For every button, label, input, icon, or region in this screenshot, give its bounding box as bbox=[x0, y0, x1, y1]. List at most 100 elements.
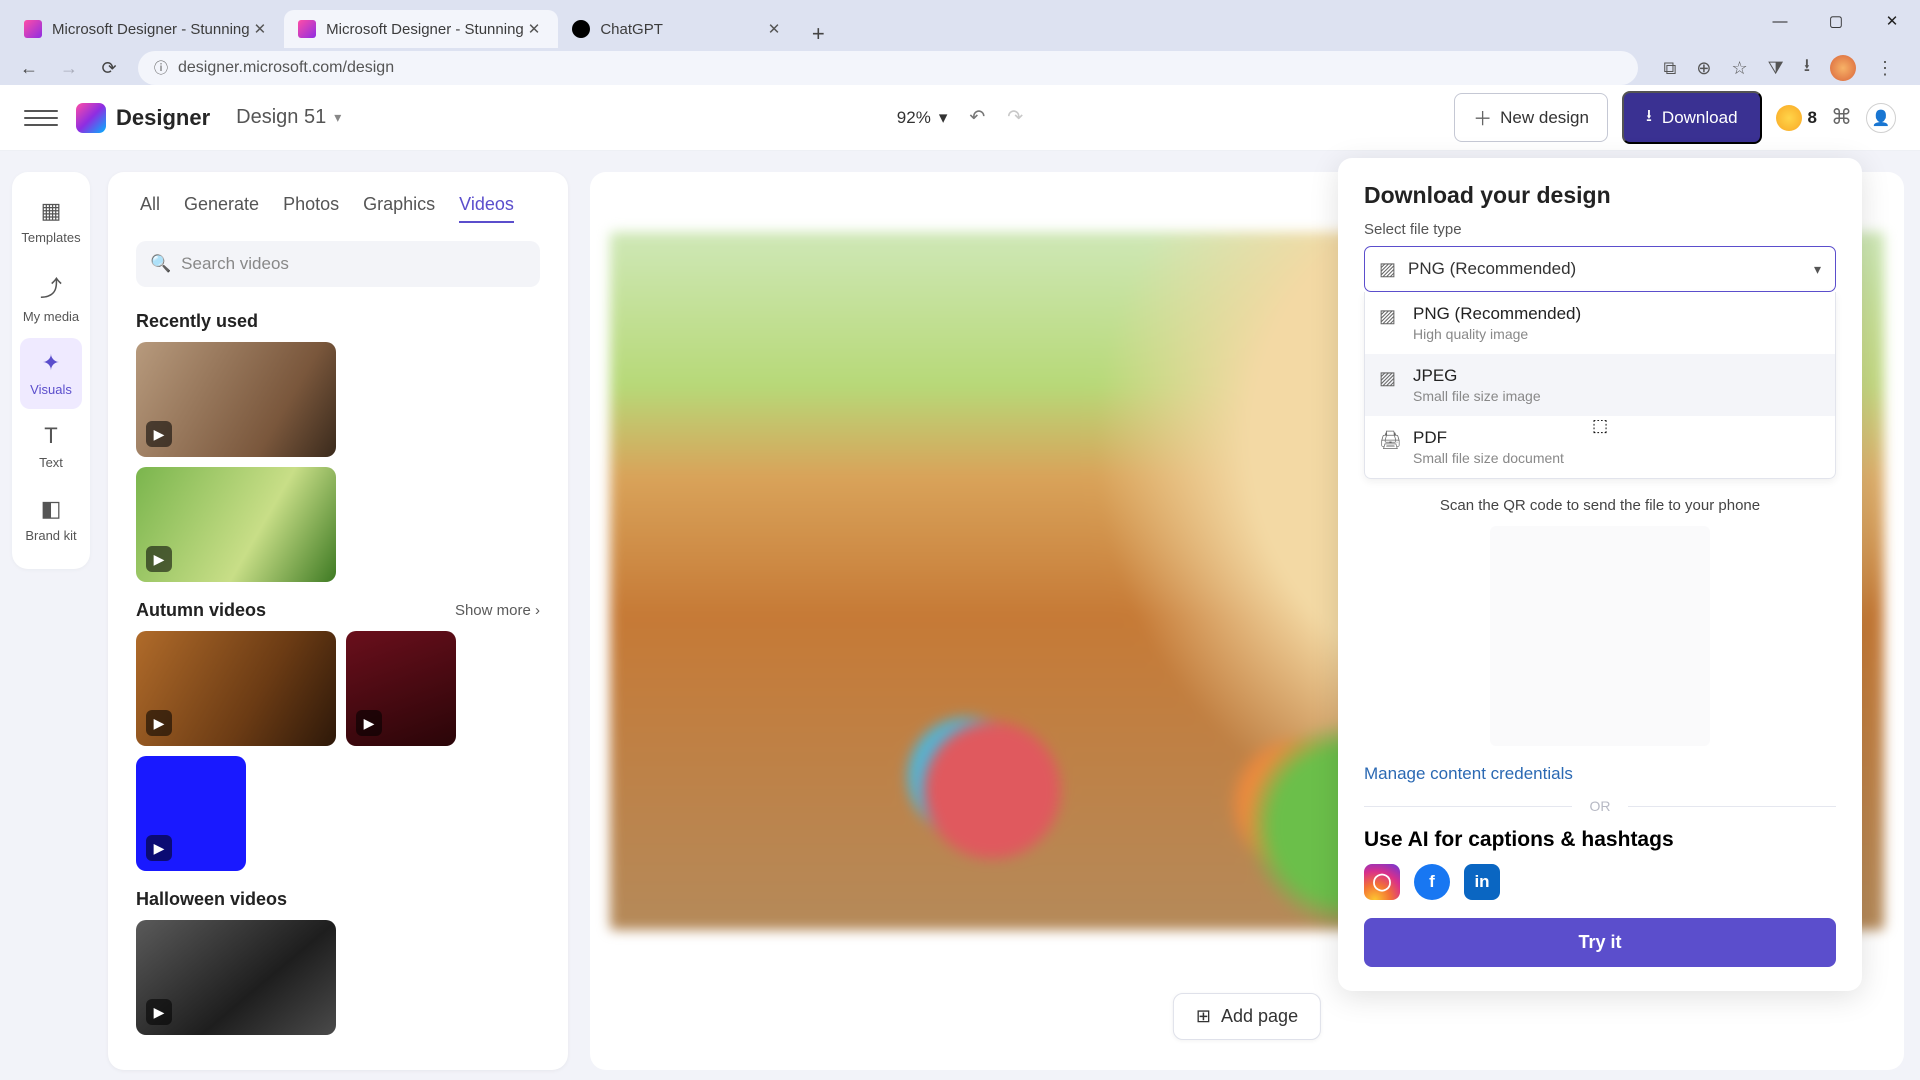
zoom-dropdown[interactable]: 92% ▾ bbox=[897, 108, 948, 128]
section-title: Autumn videos bbox=[136, 600, 266, 621]
address-input[interactable]: ⓘ designer.microsoft.com/design bbox=[138, 51, 1638, 85]
browser-tab[interactable]: Microsoft Designer - Stunning ✕ bbox=[284, 10, 558, 48]
button-label: New design bbox=[1500, 108, 1589, 128]
minimize-icon[interactable]: — bbox=[1752, 0, 1808, 42]
add-page-button[interactable]: ⊞ Add page bbox=[1173, 993, 1321, 1040]
close-tab-icon[interactable]: ✕ bbox=[250, 20, 271, 38]
facebook-icon[interactable]: f bbox=[1414, 864, 1450, 900]
user-avatar[interactable]: 👤 bbox=[1866, 103, 1896, 133]
tab-photos[interactable]: Photos bbox=[283, 194, 339, 223]
panel-tabs: All Generate Photos Graphics Videos bbox=[120, 190, 556, 237]
rail-label: Templates bbox=[21, 230, 80, 245]
video-thumb[interactable]: ▶ bbox=[136, 342, 336, 457]
browser-tab[interactable]: Microsoft Designer - Stunning ✕ bbox=[10, 10, 284, 48]
chevron-down-icon: ▾ bbox=[939, 108, 948, 128]
tab-bar: Microsoft Designer - Stunning ✕ Microsof… bbox=[0, 0, 1920, 48]
popover-title: Download your design bbox=[1364, 182, 1836, 209]
option-pdf[interactable]: 🖨 PDFSmall file size document bbox=[1365, 416, 1835, 478]
selected-value: PNG (Recommended) bbox=[1408, 259, 1576, 279]
option-desc: High quality image bbox=[1413, 326, 1581, 342]
button-label: Add page bbox=[1221, 1006, 1298, 1027]
video-icon: ▶ bbox=[146, 546, 172, 572]
tab-graphics[interactable]: Graphics bbox=[363, 194, 435, 223]
try-it-button[interactable]: Try it bbox=[1364, 918, 1836, 967]
tab-title: Microsoft Designer - Stunning bbox=[52, 21, 250, 38]
browser-tab[interactable]: ChatGPT ✕ bbox=[558, 10, 798, 48]
share-icon[interactable]: ⌘ bbox=[1831, 105, 1852, 130]
plus-icon: ＋ bbox=[1473, 104, 1492, 131]
url-bar: ← → ⟳ ⓘ designer.microsoft.com/design ⧉ … bbox=[0, 48, 1920, 88]
window-controls: — ▢ ✕ bbox=[1752, 0, 1920, 42]
zoom-value: 92% bbox=[897, 108, 931, 128]
forward-icon[interactable]: → bbox=[58, 58, 80, 79]
zoom-icon[interactable]: ⊕ bbox=[1696, 58, 1711, 79]
undo-icon[interactable]: ↶ bbox=[969, 106, 985, 129]
credits-badge[interactable]: 8 bbox=[1776, 105, 1817, 131]
close-tab-icon[interactable]: ✕ bbox=[524, 20, 545, 38]
video-thumb[interactable]: ▶ bbox=[136, 920, 336, 1035]
option-desc: Small file size image bbox=[1413, 388, 1541, 404]
tab-all[interactable]: All bbox=[140, 194, 160, 223]
chevron-down-icon: ▾ bbox=[1814, 261, 1821, 278]
app-bar: Designer Design 51 ▾ 92% ▾ ↶ ↷ ＋ New des… bbox=[0, 85, 1920, 151]
rail-templates[interactable]: ▦Templates bbox=[20, 186, 82, 257]
section-title: Halloween videos bbox=[136, 889, 287, 910]
close-icon[interactable]: ✕ bbox=[1864, 0, 1920, 42]
show-more-link[interactable]: Show more › bbox=[455, 602, 540, 619]
new-design-button[interactable]: ＋ New design bbox=[1454, 93, 1608, 142]
option-name: JPEG bbox=[1413, 366, 1541, 386]
rail-mymedia[interactable]: ⤴My media bbox=[20, 259, 82, 336]
menu-icon[interactable]: ⋮ bbox=[1876, 58, 1894, 79]
tab-videos[interactable]: Videos bbox=[459, 194, 514, 223]
close-tab-icon[interactable]: ✕ bbox=[764, 20, 785, 38]
maximize-icon[interactable]: ▢ bbox=[1808, 0, 1864, 42]
site-info-icon[interactable]: ⓘ bbox=[154, 58, 168, 78]
project-name[interactable]: Design 51 bbox=[236, 106, 326, 129]
instagram-icon[interactable]: ◯ bbox=[1364, 864, 1400, 900]
filetype-select[interactable]: ▨ PNG (Recommended) ▾ bbox=[1364, 246, 1836, 292]
button-label: Download bbox=[1662, 108, 1738, 128]
credits-count: 8 bbox=[1808, 108, 1817, 128]
back-icon[interactable]: ← bbox=[18, 58, 40, 79]
hamburger-icon[interactable] bbox=[24, 101, 58, 135]
bookmark-icon[interactable]: ☆ bbox=[1731, 58, 1747, 79]
video-thumb[interactable]: ▶ bbox=[136, 467, 336, 582]
manage-credentials-link[interactable]: Manage content credentials bbox=[1364, 764, 1836, 784]
option-png[interactable]: ▨ PNG (Recommended)High quality image bbox=[1365, 292, 1835, 354]
download-button[interactable]: ⭳ Download bbox=[1622, 91, 1762, 144]
panel-scroll[interactable]: Recently used ▶ ▶ Autumn videosShow more… bbox=[120, 303, 556, 1045]
ai-heading: Use AI for captions & hashtags bbox=[1364, 828, 1836, 852]
brandkit-icon: ◧ bbox=[41, 496, 62, 522]
text-icon: T bbox=[44, 423, 57, 449]
reload-icon[interactable]: ⟳ bbox=[98, 58, 120, 79]
rail-label: My media bbox=[23, 309, 79, 324]
linkedin-icon[interactable]: in bbox=[1464, 864, 1500, 900]
video-thumb[interactable]: ▶ bbox=[136, 631, 336, 746]
url-text: designer.microsoft.com/design bbox=[178, 59, 394, 77]
downloads-icon[interactable]: ⭳ bbox=[1804, 53, 1810, 83]
rail-label: Brand kit bbox=[25, 528, 76, 543]
tab-generate[interactable]: Generate bbox=[184, 194, 259, 223]
video-icon: ▶ bbox=[146, 835, 172, 861]
left-rail: ▦Templates ⤴My media ✦Visuals TText ◧ Bra… bbox=[12, 172, 90, 569]
install-icon[interactable]: ⧉ bbox=[1664, 58, 1677, 79]
rail-brandkit[interactable]: ◧ Brand kit bbox=[20, 484, 82, 555]
social-icons: ◯ f in bbox=[1364, 864, 1836, 900]
rail-text[interactable]: TText bbox=[20, 411, 82, 482]
tab-title: Microsoft Designer - Stunning bbox=[326, 21, 524, 38]
option-jpeg[interactable]: ▨ JPEGSmall file size image bbox=[1365, 354, 1835, 416]
redo-icon[interactable]: ↷ bbox=[1007, 106, 1023, 129]
plus-square-icon: ⊞ bbox=[1196, 1006, 1211, 1027]
favicon-icon bbox=[298, 20, 316, 38]
video-thumb[interactable]: ▶ bbox=[346, 631, 456, 746]
video-thumb[interactable]: ▶ bbox=[136, 756, 246, 871]
image-icon: ▨ bbox=[1379, 304, 1399, 327]
search-input[interactable]: 🔍 Search videos bbox=[136, 241, 540, 287]
rail-visuals[interactable]: ✦Visuals bbox=[20, 338, 82, 409]
profile-avatar[interactable] bbox=[1830, 55, 1856, 81]
extensions-icon[interactable]: ⧩ bbox=[1768, 58, 1784, 79]
video-icon: ▶ bbox=[146, 421, 172, 447]
new-tab-button[interactable]: + bbox=[804, 20, 832, 48]
url-actions: ⧉ ⊕ ☆ ⧩ ⭳ ⋮ bbox=[1656, 53, 1902, 83]
chevron-down-icon[interactable]: ▾ bbox=[334, 109, 341, 126]
